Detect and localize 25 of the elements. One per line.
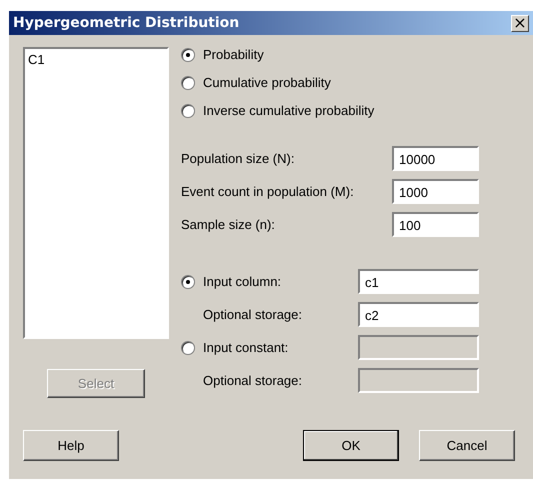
input-field[interactable]: 1000 <box>392 179 479 204</box>
input-field[interactable]: c1 <box>358 269 479 294</box>
window-title: Hypergeometric Distribution <box>13 15 240 31</box>
radio-button[interactable] <box>181 48 195 62</box>
field-label: Sample size (n): <box>181 217 275 232</box>
input-field[interactable]: 10000 <box>392 146 479 171</box>
radio-button[interactable] <box>181 76 195 90</box>
option-label[interactable]: Inverse cumulative probability <box>203 103 374 118</box>
field-label: Optional storage: <box>203 373 304 388</box>
field-label: Event count in population (M): <box>181 184 354 199</box>
dialog-button[interactable]: Cancel <box>419 430 515 461</box>
option-label[interactable]: Probability <box>203 47 264 62</box>
dialog-button[interactable]: Help <box>23 430 119 461</box>
option-label[interactable]: Input column: <box>203 274 350 289</box>
radio-button[interactable] <box>181 274 195 288</box>
input-field[interactable]: 100 <box>392 212 479 237</box>
dialog-button[interactable]: OK <box>303 430 399 461</box>
option-label[interactable]: Cumulative probability <box>203 75 331 90</box>
input-field[interactable]: c2 <box>358 302 479 327</box>
close-button[interactable]: × <box>511 14 529 32</box>
field-label: Population size (N): <box>181 151 294 166</box>
variable-list[interactable]: C1 <box>23 47 169 339</box>
radio-button[interactable] <box>181 104 195 118</box>
field-label: Optional storage: <box>203 307 304 322</box>
variable-item[interactable]: C1 <box>28 52 164 67</box>
